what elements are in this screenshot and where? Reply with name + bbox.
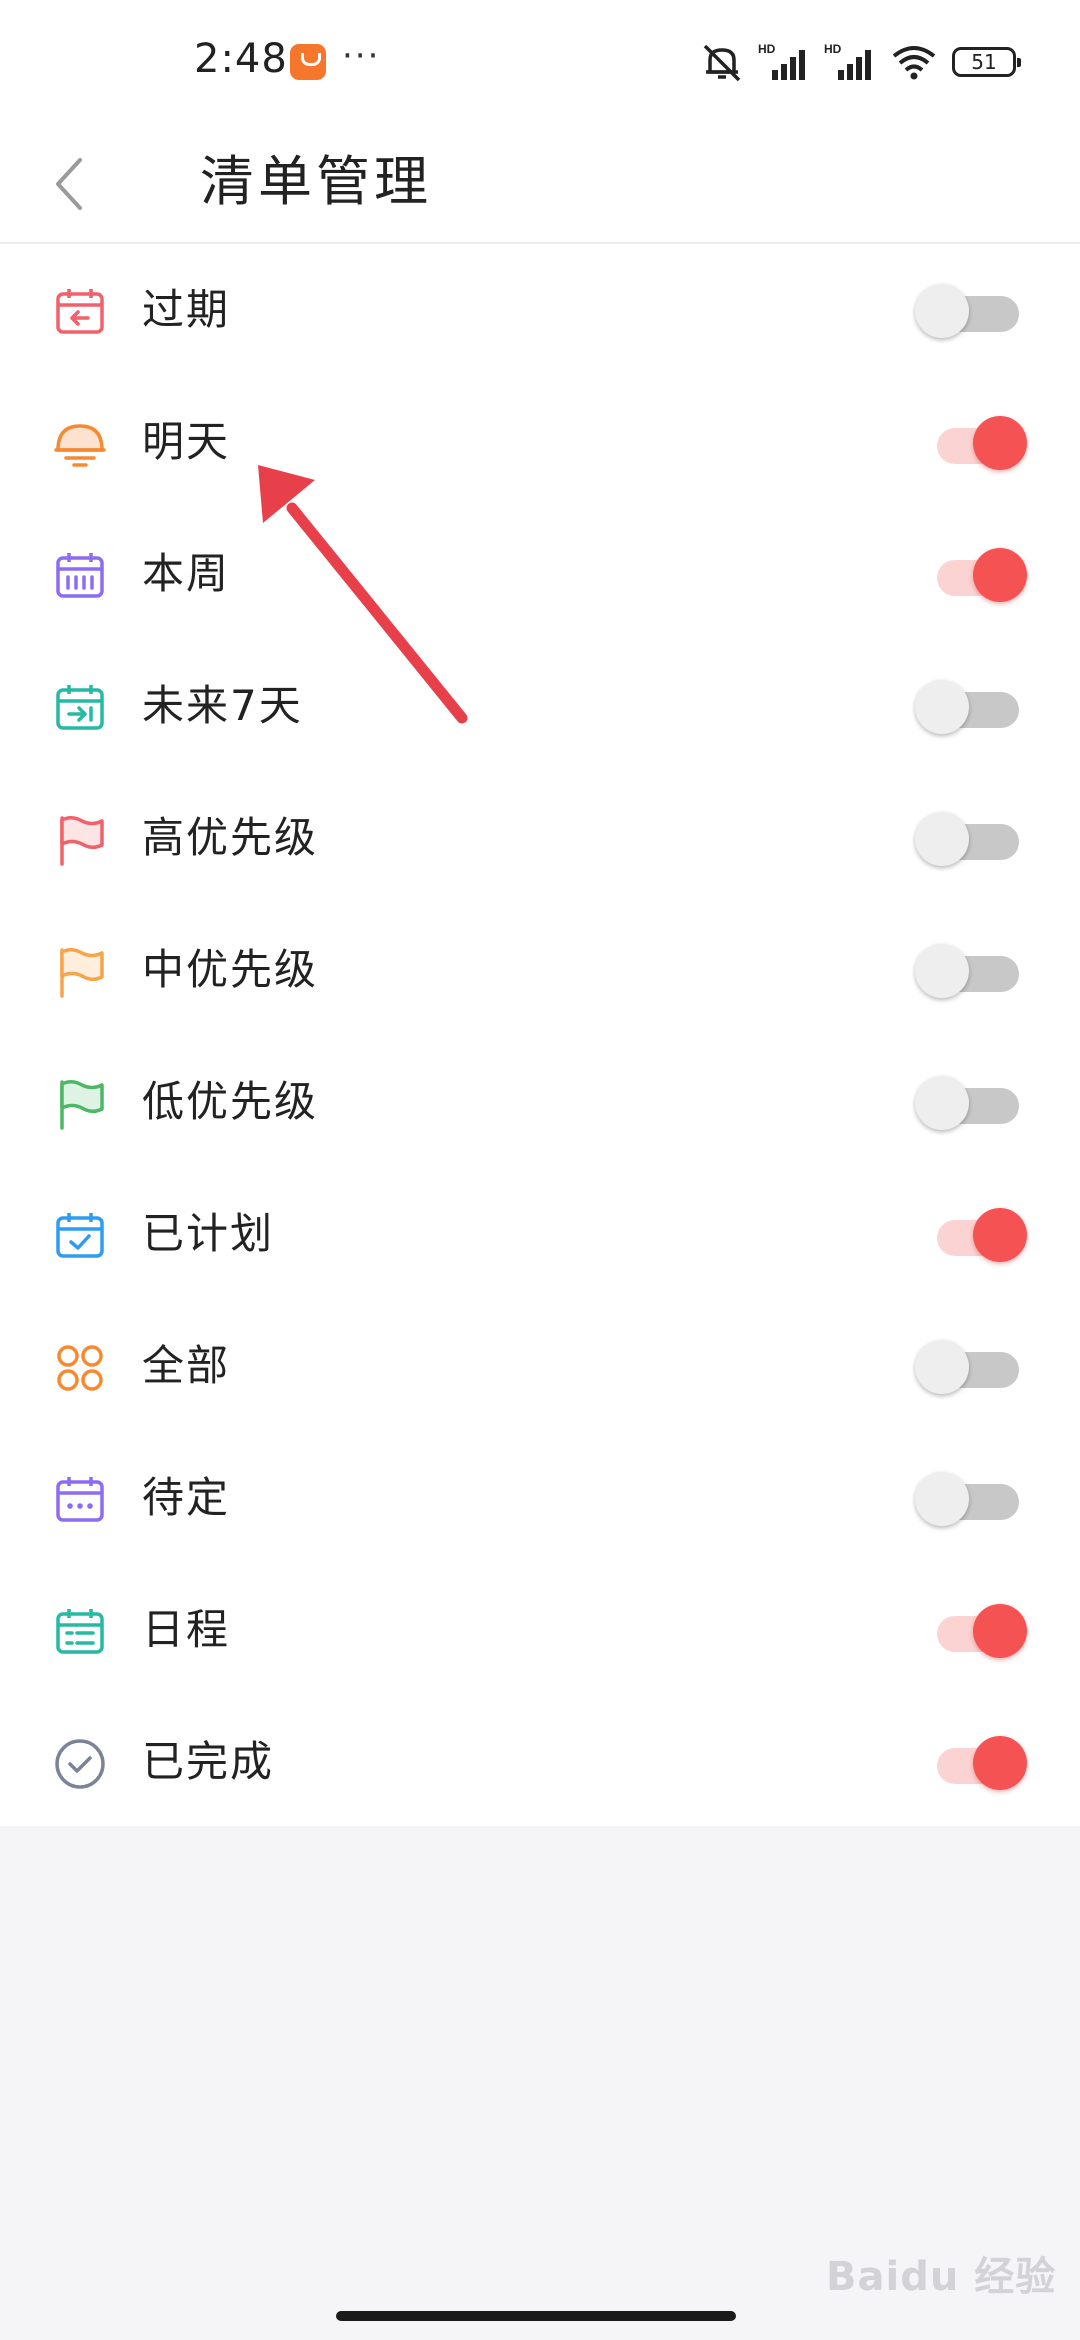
high-priority-toggle[interactable] [915,812,1029,866]
smart-list-settings: 过期 明天 本周 未来7天 高优先级 中优先级 低优先级 已计划 全部 待定 日… [0,244,1080,1828]
list-item-medium-priority: 中优先级 [0,904,1080,1036]
all-toggle[interactable] [915,1340,1029,1394]
sunrise-icon [52,416,108,472]
completed-toggle[interactable] [915,1736,1029,1790]
list-item-overdue: 过期 [0,244,1080,376]
list-item-label: 高优先级 [142,813,319,862]
overdue-toggle[interactable] [915,284,1029,338]
calendar-check-icon [52,1208,108,1264]
calendar-overdue-icon [52,284,108,340]
status-time: 2:48 [194,36,288,82]
list-item-scheduled: 已计划 [0,1168,1080,1300]
flag-medium-icon [52,944,108,1000]
list-item-all: 全部 [0,1300,1080,1432]
list-item-completed: 已完成 [0,1696,1080,1828]
more-notifications-icon: ··· [342,36,381,76]
list-item-label: 未来7天 [142,681,303,730]
list-item-label: 中优先级 [142,945,319,994]
page-title: 清单管理 [200,150,432,213]
list-item-high-priority: 高优先级 [0,772,1080,904]
calendar-pending-icon [52,1472,108,1528]
status-indicators: HD HD 51 [700,38,1021,86]
cellular-signal-2-icon: HD [824,42,871,80]
calendar-next7-icon [52,680,108,736]
list-item-label: 明天 [142,417,231,466]
flag-high-icon [52,812,108,868]
pending-toggle[interactable] [915,1472,1029,1526]
calendar-agenda-icon [52,1604,108,1660]
grid-circles-icon [52,1340,108,1396]
list-item-next-7-days: 未来7天 [0,640,1080,772]
wifi-icon [892,46,936,80]
list-item-pending: 待定 [0,1432,1080,1564]
list-item-label: 低优先级 [142,1077,319,1126]
list-item-agenda: 日程 [0,1564,1080,1696]
list-item-tomorrow: 明天 [0,376,1080,508]
tomorrow-toggle[interactable] [915,416,1029,470]
agenda-toggle[interactable] [915,1604,1029,1658]
list-item-label: 本周 [142,549,231,598]
list-item-label: 过期 [142,285,231,334]
list-item-this-week: 本周 [0,508,1080,640]
hd-label: HD [758,42,776,56]
list-item-label: 已完成 [142,1737,275,1786]
low-priority-toggle[interactable] [915,1076,1029,1130]
next-7-days-toggle[interactable] [915,680,1029,734]
list-item-label: 待定 [142,1473,231,1522]
hd-label: HD [824,42,842,56]
list-item-label: 全部 [142,1341,231,1390]
list-item-label: 日程 [142,1605,231,1654]
baidu-watermark: Baidu 经验 [826,2254,1057,2300]
list-item-low-priority: 低优先级 [0,1036,1080,1168]
list-item-label: 已计划 [142,1209,275,1258]
back-button[interactable] [40,134,120,230]
status-bar: 2:48 ··· HD HD 51 [0,0,1080,120]
medium-priority-toggle[interactable] [915,944,1029,998]
battery-icon: 51 [952,47,1021,77]
home-indicator[interactable] [336,2311,736,2321]
flag-low-icon [52,1076,108,1132]
shopping-app-notification-icon [290,44,326,80]
chevron-left-icon [56,158,82,210]
cellular-signal-1-icon: HD [758,42,805,80]
app-header: 清单管理 [0,120,1080,244]
calendar-week-icon [52,548,108,604]
check-circle-icon [52,1736,108,1792]
scheduled-toggle[interactable] [915,1208,1029,1262]
mute-bell-icon [703,44,741,82]
this-week-toggle[interactable] [915,548,1029,602]
